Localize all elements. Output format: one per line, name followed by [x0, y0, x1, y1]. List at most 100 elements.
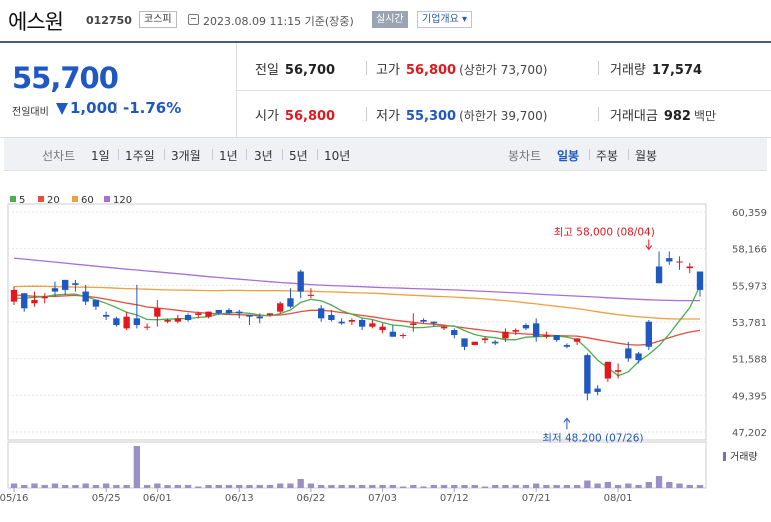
candle-body	[399, 335, 407, 337]
volume-bar	[21, 485, 28, 488]
candle-body	[451, 330, 458, 336]
line-chart-label: 선차트	[42, 149, 76, 163]
period-10y[interactable]: 10년	[324, 147, 350, 164]
candle-body	[635, 353, 642, 361]
legend-swatch-ma60	[72, 196, 78, 202]
volume-bar	[676, 483, 683, 488]
volume-bar	[225, 485, 233, 488]
candle-body	[338, 321, 345, 324]
high-label: 고가	[376, 63, 400, 78]
candle-body	[133, 318, 141, 326]
candle-body	[277, 303, 284, 312]
volume-value: 17,574	[651, 63, 703, 78]
volume-legend-label: 거래량	[730, 451, 758, 463]
candle-body	[553, 335, 560, 341]
candle-body	[594, 388, 601, 392]
period-3m[interactable]: 3개월	[171, 147, 201, 164]
divider	[164, 149, 165, 160]
high-price: 고가 56,800 (상한가 73,700)	[376, 59, 547, 78]
divider	[598, 107, 599, 121]
price-chart[interactable]: 60,359 58,166 55,973 53,781 51,588 49,395 47,2…	[0, 190, 771, 522]
volume-bar	[297, 479, 304, 488]
period-1y[interactable]: 1년	[219, 147, 238, 164]
candle-body	[471, 341, 478, 346]
volume-bar	[102, 483, 110, 488]
candle-body	[522, 325, 530, 329]
volume-bar	[512, 485, 519, 488]
y-tick-label: 49,395	[732, 391, 767, 402]
realtime-button[interactable]: 실시간	[372, 11, 408, 28]
amount-unit: 백만	[693, 109, 717, 123]
candle-body	[246, 314, 253, 317]
x-tick-label: 07/21	[522, 493, 551, 504]
candle-body	[543, 335, 550, 337]
period-weekly[interactable]: 주봉	[596, 147, 618, 164]
y-tick-label: 60,359	[732, 208, 767, 219]
candle-body	[215, 309, 222, 314]
volume-bar	[420, 486, 427, 488]
legend-label-ma120: 120	[113, 195, 132, 206]
candle-body	[72, 283, 79, 285]
volume-bar	[451, 485, 458, 488]
volume-label: 거래량	[610, 63, 646, 78]
period-monthly[interactable]: 월봉	[635, 147, 657, 164]
volume-bar	[522, 485, 530, 488]
legend-swatch-ma5	[10, 196, 16, 202]
candle-body	[461, 338, 468, 347]
low-price: 저가 55,300 (하한가 39,700)	[376, 105, 547, 124]
volume-bar	[369, 485, 376, 488]
candle-body	[82, 291, 89, 302]
market-badge: 코스피	[139, 11, 177, 28]
volume-bar	[481, 486, 489, 488]
candle-body	[625, 348, 632, 359]
candle-body	[51, 288, 59, 292]
candle-body	[184, 314, 192, 321]
period-daily[interactable]: 일봉	[557, 147, 579, 164]
candle-body	[123, 316, 130, 329]
min-price-annotation: 최저 48,200 (07/26)	[542, 432, 643, 444]
volume-bar	[348, 485, 356, 488]
volume-bar	[399, 486, 407, 488]
lower-limit: (하한가 39,700)	[459, 109, 548, 123]
timestamp: 2023.08.09 11:15 기준(장중)	[203, 15, 354, 28]
candle-body	[379, 326, 386, 331]
candle-body	[266, 313, 274, 315]
divider	[118, 149, 119, 160]
volume-bar	[236, 485, 243, 488]
candle-body	[389, 331, 397, 337]
divider	[116, 102, 117, 114]
volume-bar	[31, 483, 38, 488]
volume-bar	[256, 485, 263, 488]
volume-bar	[246, 485, 253, 488]
candle-body	[430, 321, 437, 324]
volume-bar	[461, 485, 468, 488]
period-toolbar: 선차트 1일 1주일 3개월 1년 3년 5년 10년 봉차트 일봉 주봉 월봉	[4, 138, 767, 171]
divider	[589, 149, 590, 160]
volume-bar	[553, 485, 560, 488]
volume-bar	[143, 485, 151, 488]
candle-body	[205, 311, 212, 317]
row-divider	[237, 90, 771, 91]
period-1w[interactable]: 1주일	[125, 147, 155, 164]
period-1d[interactable]: 1일	[91, 147, 110, 164]
candle-body	[317, 308, 325, 319]
x-tick-label: 08/01	[604, 493, 633, 504]
price-change: 1,000	[70, 99, 118, 117]
price-summary: 55,700 전일대비 1,000 -1.76% 전일 56,700 고가 56,8…	[0, 43, 771, 138]
volume-bar	[430, 485, 437, 488]
candle-body	[174, 318, 181, 322]
volume-bar	[215, 485, 222, 488]
upper-limit: (상한가 73,700)	[459, 63, 548, 77]
candle-body	[113, 318, 120, 326]
volume-bar	[389, 485, 397, 488]
volume: 거래량 17,574	[610, 59, 702, 78]
divider	[246, 149, 247, 160]
company-info-dropdown[interactable]: 기업개요 ▾	[417, 11, 472, 28]
candle-body	[686, 266, 693, 269]
period-5y[interactable]: 5년	[289, 147, 308, 164]
candle-body	[584, 355, 591, 394]
high-value: 56,800	[405, 63, 457, 78]
candle-body	[666, 258, 673, 262]
volume-bar	[123, 485, 130, 488]
period-3y[interactable]: 3년	[254, 147, 273, 164]
